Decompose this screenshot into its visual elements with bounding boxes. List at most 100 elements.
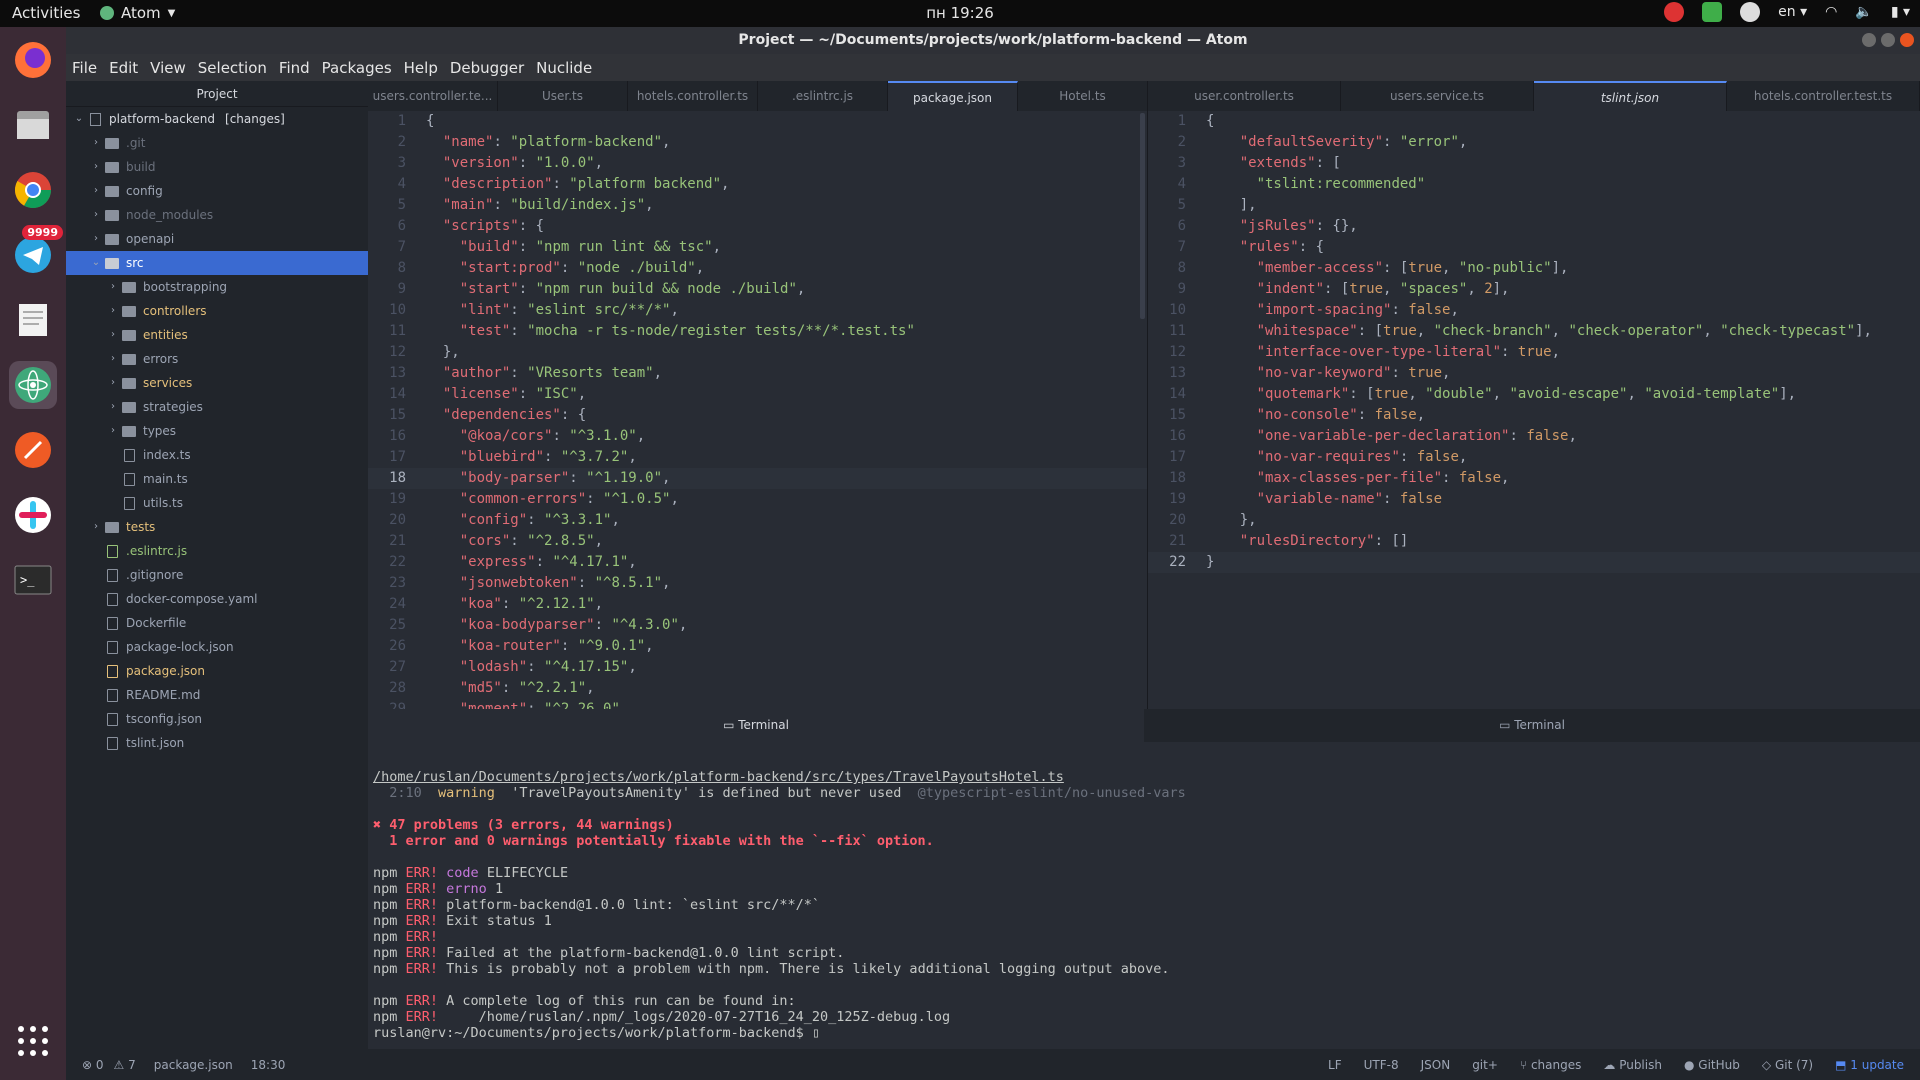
terminal-icon[interactable]: >_ <box>9 556 57 604</box>
mail-indicator-icon[interactable] <box>1664 2 1685 22</box>
status-file-name[interactable]: package.json <box>154 1058 233 1072</box>
activities-button[interactable]: Activities <box>12 4 80 22</box>
tree-folder[interactable]: › openapi <box>66 227 368 251</box>
tree-folder[interactable]: › node_modules <box>66 203 368 227</box>
menu-help[interactable]: Help <box>404 59 438 77</box>
tree-folder[interactable]: › config <box>66 179 368 203</box>
grammar[interactable]: JSON <box>1421 1058 1451 1072</box>
tree-folder[interactable]: › services <box>66 371 368 395</box>
tab-user-controller-ts[interactable]: user.controller.ts <box>1148 81 1341 111</box>
firefox-icon[interactable] <box>9 36 57 84</box>
tab-users-service-ts[interactable]: users.service.ts <box>1341 81 1534 111</box>
language-indicator[interactable]: en ▾ <box>1778 4 1807 20</box>
tree-folder[interactable]: › bootstrapping <box>66 275 368 299</box>
terminal-text: /home/ruslan/Documents/projects/work/pla… <box>373 769 1064 785</box>
terminal-output[interactable]: /home/ruslan/Documents/projects/work/pla… <box>368 742 1920 1049</box>
branch-indicator[interactable]: ⑂ changes <box>1520 1058 1581 1072</box>
left-editor[interactable]: 1{2 "name": "platform-backend", 3 "versio… <box>368 111 1148 709</box>
atom-icon[interactable] <box>9 361 57 409</box>
cursor-position[interactable]: 18:30 <box>251 1058 286 1072</box>
menu-selection[interactable]: Selection <box>198 59 267 77</box>
tree-file[interactable]: README.md <box>66 683 368 707</box>
volume-icon[interactable]: 🔈 <box>1855 4 1872 20</box>
tree-file[interactable]: .gitignore <box>66 563 368 587</box>
line-number: 2 <box>1177 134 1186 150</box>
menu-packages[interactable]: Packages <box>322 59 392 77</box>
folder-icon <box>105 209 119 221</box>
terminal-text: @typescript-eslint/no-unused-vars <box>917 785 1186 801</box>
tab-hotel-ts[interactable]: Hotel.ts <box>1018 81 1148 111</box>
tab-tslint-json[interactable]: tslint.json <box>1534 81 1727 111</box>
code-line: 28 "md5": "^2.2.1", <box>368 678 1147 699</box>
menu-debugger[interactable]: Debugger <box>450 59 524 77</box>
errors-indicator[interactable]: ⊗ 0 <box>82 1058 104 1072</box>
close-button[interactable] <box>1900 33 1914 47</box>
tree-file[interactable]: tsconfig.json <box>66 707 368 731</box>
check-indicator-icon[interactable] <box>1702 2 1723 22</box>
text-editor-icon[interactable] <box>9 296 57 344</box>
tree-file[interactable]: Dockerfile <box>66 611 368 635</box>
tree-file[interactable]: .eslintrc.js <box>66 539 368 563</box>
right-editor[interactable]: 1{2 "defaultSeverity": "error", 3 "extend… <box>1148 111 1920 709</box>
git-button[interactable]: ◇ Git (7) <box>1762 1058 1813 1072</box>
tree-folder[interactable]: › build <box>66 155 368 179</box>
wifi-icon[interactable]: ◠ <box>1825 4 1837 20</box>
tree-folder[interactable]: › tests <box>66 515 368 539</box>
warnings-count: 7 <box>128 1057 136 1072</box>
chrome-icon[interactable] <box>9 166 57 214</box>
tab-package-json[interactable]: package.json <box>888 81 1018 111</box>
slack-icon[interactable] <box>9 491 57 539</box>
file-icon <box>107 664 118 678</box>
tree-folder[interactable]: ⌄ src <box>66 251 368 275</box>
show-applications-icon[interactable] <box>9 1017 57 1065</box>
terminal-tab-right[interactable]: ▭ Terminal <box>1144 709 1920 742</box>
tree-file[interactable]: package.json <box>66 659 368 683</box>
tab-hotels-controller-ts[interactable]: hotels.controller.ts <box>628 81 758 111</box>
tree-folder[interactable]: › .git <box>66 131 368 155</box>
code-line: 9 "start": "npm run build && node ./buil… <box>368 279 1147 300</box>
battery-icon[interactable]: ▮ ▾ <box>1891 4 1910 20</box>
tree-file[interactable]: docker-compose.yaml <box>66 587 368 611</box>
left-editor-scrollbar[interactable] <box>1140 113 1145 319</box>
encoding[interactable]: UTF-8 <box>1364 1058 1399 1072</box>
tab--eslintrc-js[interactable]: .eslintrc.js <box>758 81 888 111</box>
tree-root[interactable]: ⌄ platform-backend [changes] <box>66 107 368 131</box>
tree-folder[interactable]: › errors <box>66 347 368 371</box>
github-button[interactable]: ● GitHub <box>1684 1058 1740 1072</box>
tree-file[interactable]: package-lock.json <box>66 635 368 659</box>
app-menu[interactable]: Atom ▼ <box>100 4 175 22</box>
tab-users-controller-te-[interactable]: users.controller.te... <box>368 81 498 111</box>
folder-icon <box>105 257 119 269</box>
slack-indicator-icon[interactable] <box>1740 2 1761 22</box>
menu-nuclide[interactable]: Nuclide <box>536 59 592 77</box>
tree-file[interactable]: utils.ts <box>66 491 368 515</box>
minimize-button[interactable] <box>1862 33 1876 47</box>
terminal-line: npm ERR! This is probably not a problem … <box>373 961 1920 977</box>
maximize-button[interactable] <box>1881 33 1895 47</box>
menu-edit[interactable]: Edit <box>109 59 138 77</box>
tree-folder[interactable]: › controllers <box>66 299 368 323</box>
update-button[interactable]: ⬒ 1 update <box>1835 1058 1904 1072</box>
line-number: 9 <box>1177 281 1186 297</box>
tree-folder[interactable]: › entities <box>66 323 368 347</box>
tree-file[interactable]: index.ts <box>66 443 368 467</box>
menu-view[interactable]: View <box>150 59 186 77</box>
files-icon[interactable] <box>9 101 57 149</box>
publish-button[interactable]: ☁ Publish <box>1603 1058 1662 1072</box>
terminal-tab-left[interactable]: ▭ Terminal <box>368 709 1144 742</box>
tree-folder[interactable]: › types <box>66 419 368 443</box>
tree-file[interactable]: main.ts <box>66 467 368 491</box>
menu-file[interactable]: File <box>72 59 97 77</box>
tab-user-ts[interactable]: User.ts <box>498 81 628 111</box>
tab-hotels-controller-test-ts[interactable]: hotels.controller.test.ts <box>1727 81 1920 111</box>
tree-folder[interactable]: › strategies <box>66 395 368 419</box>
tree-file[interactable]: tslint.json <box>66 731 368 755</box>
menu-find[interactable]: Find <box>279 59 310 77</box>
git-plus[interactable]: git+ <box>1472 1058 1498 1072</box>
clock[interactable]: пн 19:26 <box>926 4 994 22</box>
warnings-indicator[interactable]: ⚠ 7 <box>114 1058 136 1072</box>
postman-icon[interactable] <box>9 426 57 474</box>
line-ending[interactable]: LF <box>1328 1058 1342 1072</box>
telegram-icon[interactable]: 9999 <box>9 225 63 279</box>
